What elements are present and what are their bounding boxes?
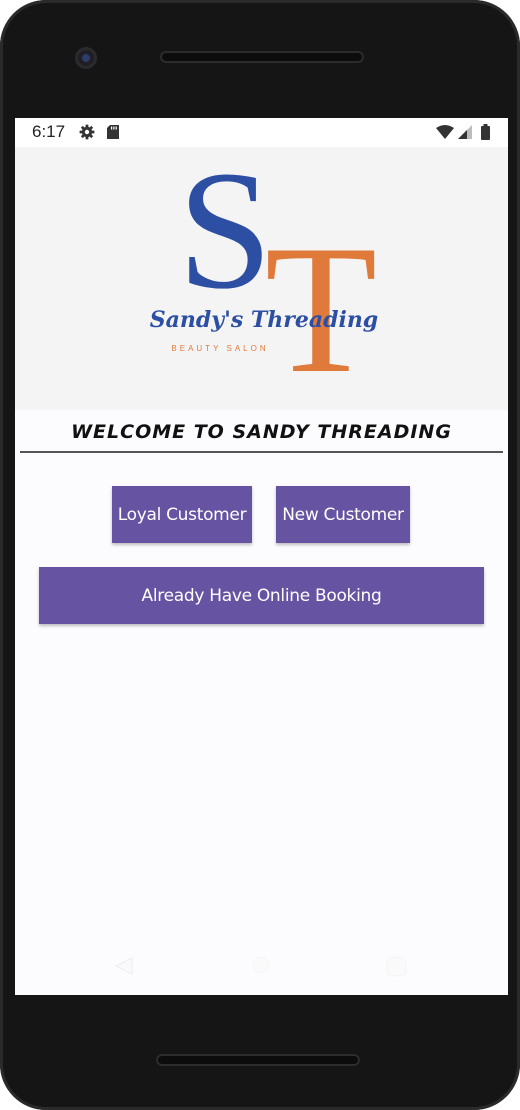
online-booking-button[interactable]: Already Have Online Booking bbox=[39, 567, 484, 624]
gear-icon bbox=[79, 124, 95, 145]
logo-monogram-s: S bbox=[178, 147, 273, 324]
logo-banner: S T Sandy's Threading BEAUTY SALON bbox=[15, 136, 508, 411]
signal-icon bbox=[458, 125, 472, 144]
new-customer-button[interactable]: New Customer bbox=[276, 486, 410, 543]
logo-brand-name: Sandy's Threading bbox=[150, 307, 378, 333]
status-bar: 6:17 bbox=[15, 118, 508, 147]
status-time: 6:17 bbox=[32, 122, 66, 141]
logo-tagline: BEAUTY SALON bbox=[171, 344, 268, 353]
battery-icon bbox=[481, 124, 490, 145]
sd-card-icon bbox=[107, 125, 119, 144]
welcome-heading: WELCOME TO SANDY THREADING bbox=[71, 421, 452, 443]
home-icon[interactable] bbox=[254, 958, 268, 972]
front-camera bbox=[75, 47, 97, 69]
app-screen: 6:17 S T Sandy's Threading BEAUTY SALON … bbox=[15, 118, 508, 995]
heading-divider bbox=[20, 451, 503, 453]
earpiece-speaker bbox=[160, 51, 364, 63]
back-icon[interactable] bbox=[114, 956, 134, 981]
phone-frame: 6:17 S T Sandy's Threading BEAUTY SALON … bbox=[0, 0, 520, 1110]
loyal-customer-button[interactable]: Loyal Customer bbox=[112, 486, 252, 543]
recents-icon[interactable] bbox=[388, 958, 405, 975]
bottom-speaker bbox=[156, 1054, 360, 1066]
wifi-icon bbox=[436, 125, 454, 144]
sandys-threading-logo: S T Sandy's Threading BEAUTY SALON bbox=[150, 136, 378, 411]
